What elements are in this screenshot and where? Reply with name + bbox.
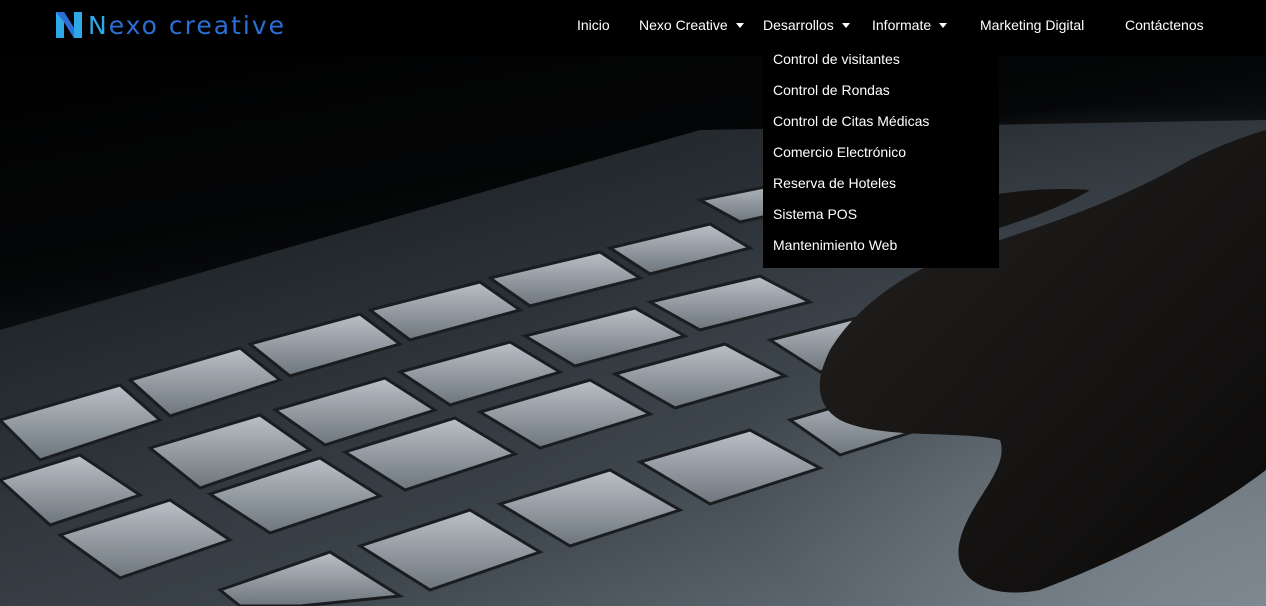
nav-item-contactenos[interactable]: Contáctenos [1125, 17, 1204, 33]
nav-item-label: Contáctenos [1125, 17, 1204, 33]
n-logo-icon [56, 12, 82, 38]
menu-item-reserva-de-hoteles[interactable]: Reserva de Hoteles [763, 168, 999, 199]
brand-name: Nexo creative [88, 11, 286, 40]
nav-item-informate[interactable]: Informate [872, 17, 948, 33]
menu-item-control-de-visitantes[interactable]: Control de visitantes [763, 44, 999, 75]
brand-logo[interactable]: Nexo creative [54, 10, 286, 40]
nav-item-label: Inicio [577, 17, 610, 33]
nav-item-label: Nexo Creative [639, 17, 728, 33]
laptop-keyboard-illustration [0, 120, 1266, 606]
nav-item-marketing-digital[interactable]: Marketing Digital [980, 17, 1084, 33]
brand-name-first: N [88, 10, 109, 40]
nav-item-label: Desarrollos [763, 17, 834, 33]
hero-background-image [0, 0, 1266, 606]
menu-item-comercio-electronico[interactable]: Comercio Electrónico [763, 137, 999, 168]
nav-item-nexo-creative[interactable]: Nexo Creative [639, 17, 744, 33]
nav-item-label: Marketing Digital [980, 17, 1085, 33]
menu-item-sistema-pos[interactable]: Sistema POS [763, 199, 999, 230]
nav-item-desarrollos[interactable]: Desarrollos [763, 17, 850, 33]
nav-item-inicio[interactable]: Inicio [577, 17, 610, 33]
menu-item-mantenimiento-web[interactable]: Mantenimiento Web [763, 230, 999, 261]
chevron-down-icon [939, 23, 948, 28]
chevron-down-icon [735, 23, 744, 28]
brand-name-rest: exo creative [108, 10, 287, 40]
menu-item-control-de-rondas[interactable]: Control de Rondas [763, 75, 999, 106]
nav-item-label: Informate [872, 17, 932, 33]
top-navbar: Nexo creative Inicio Nexo Creative Desar… [0, 0, 1266, 56]
menu-item-control-de-citas-medicas[interactable]: Control de Citas Médicas [763, 106, 999, 137]
chevron-down-icon [841, 23, 850, 28]
desarrollos-dropdown-menu: Control de visitantes Control de Rondas … [763, 41, 999, 268]
